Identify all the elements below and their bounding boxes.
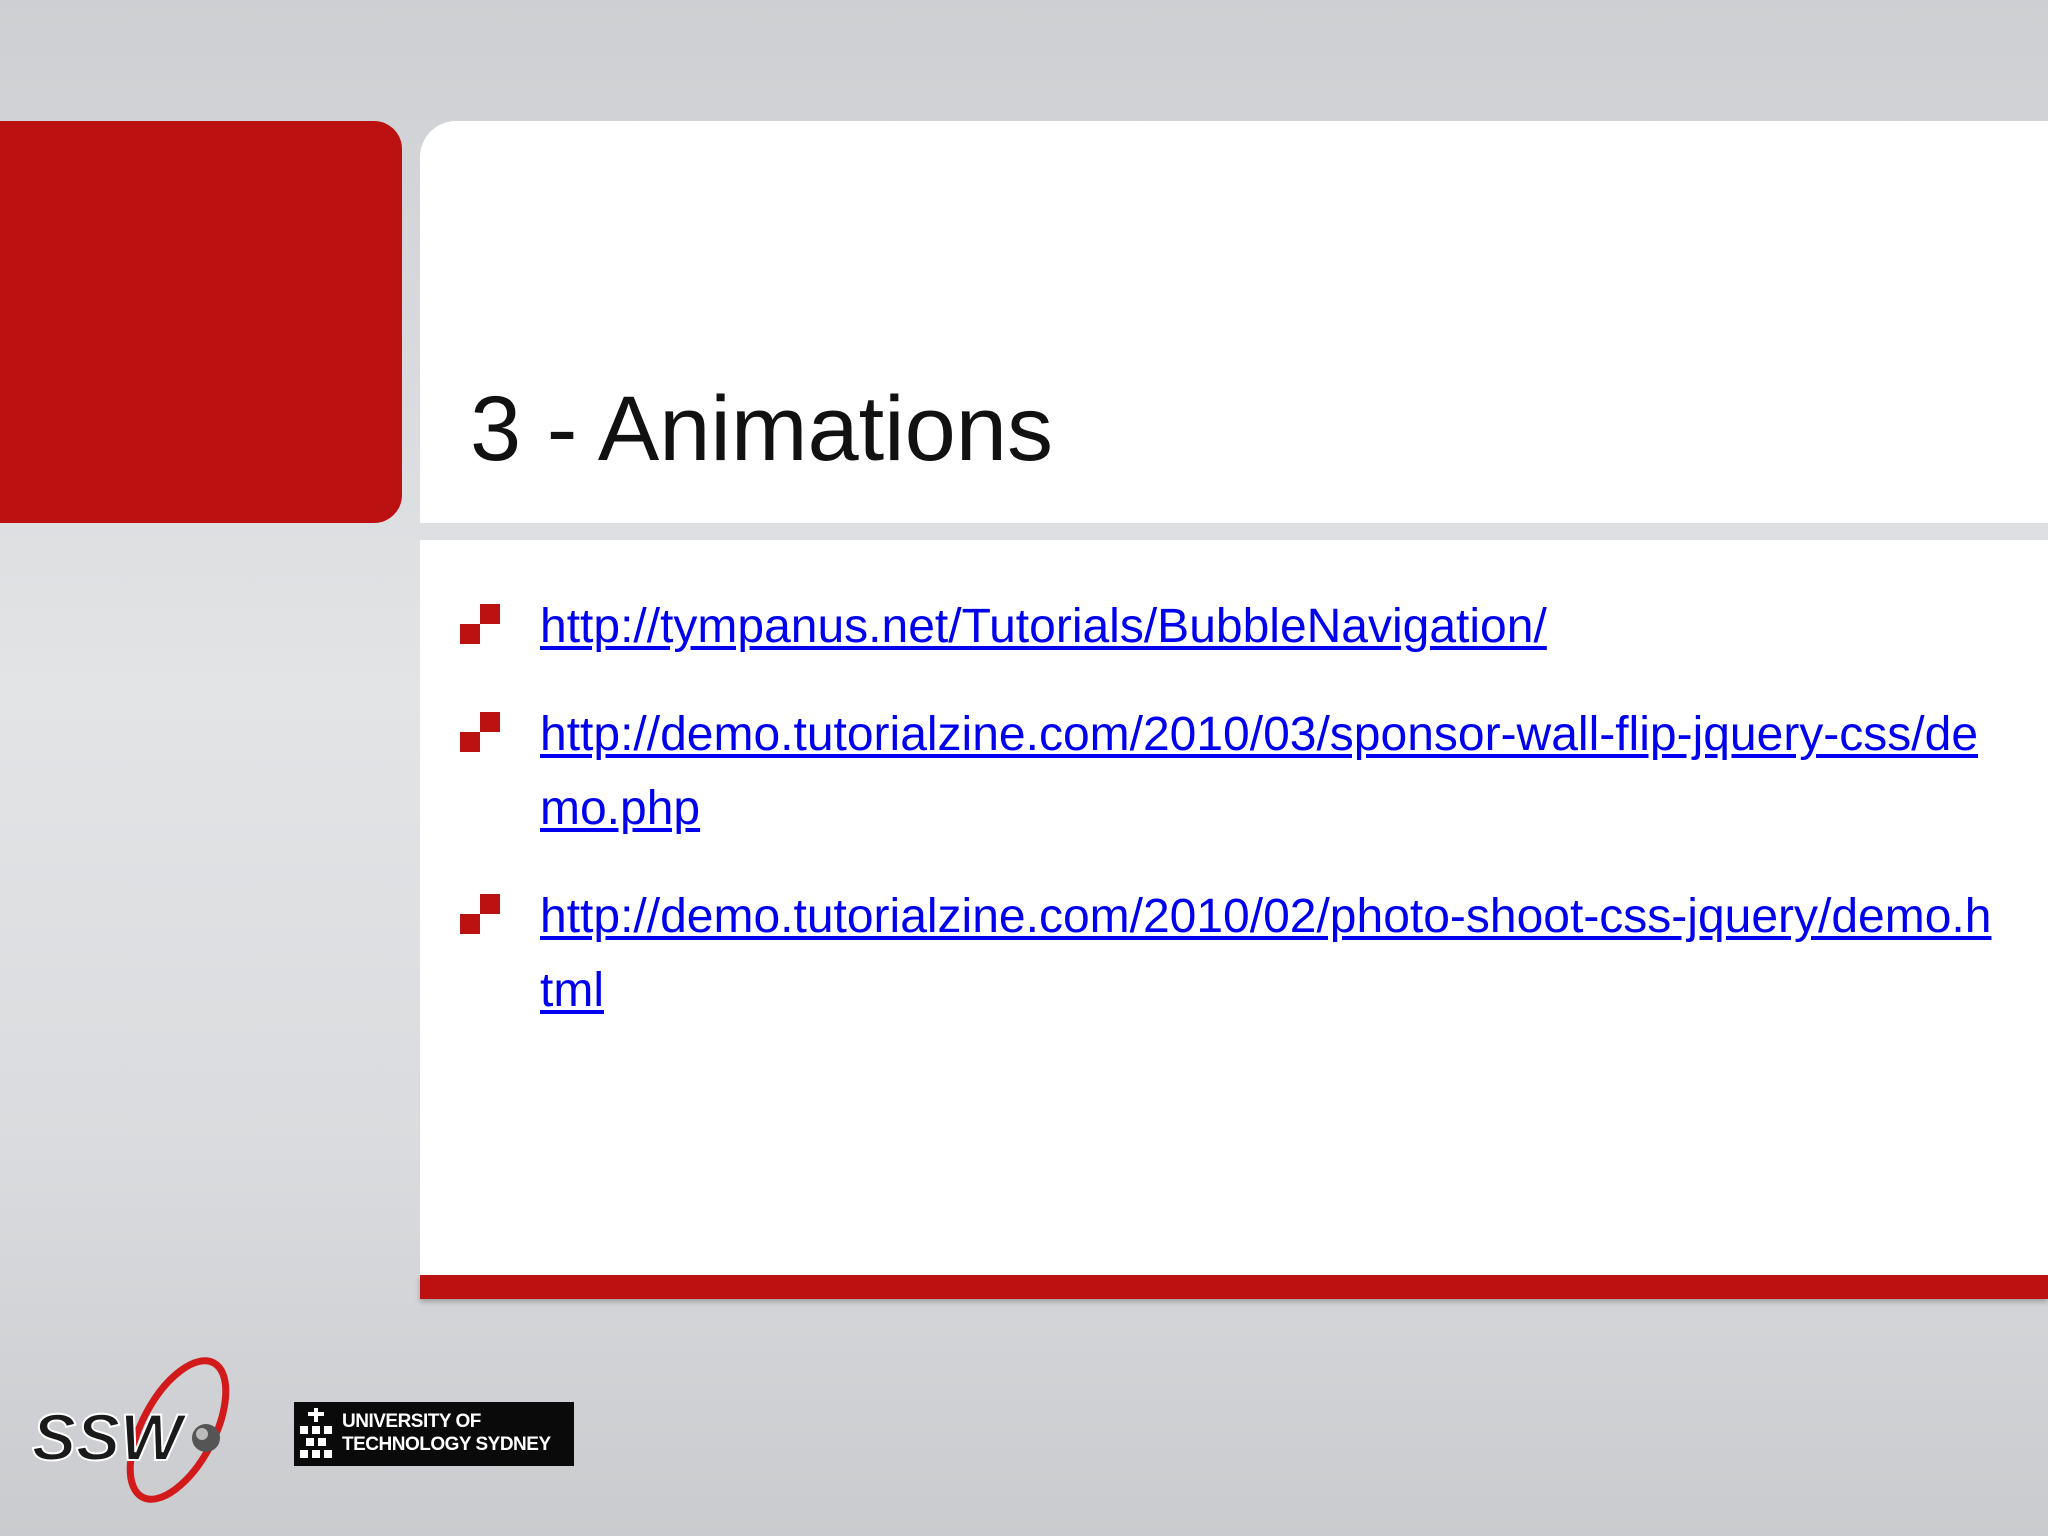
title-panel: 3 - Animations (420, 121, 2048, 523)
uts-crest-icon (300, 1408, 332, 1458)
square-bullet-icon (460, 712, 500, 752)
slide-title: 3 - Animations (470, 378, 1053, 480)
slide: 3 - Animations http://tympanus.net/Tutor… (0, 0, 2048, 1536)
uts-line-2: TECHNOLOGY SYDNEY (342, 1434, 551, 1455)
list-item: http://tympanus.net/Tutorials/BubbleNavi… (460, 590, 2000, 664)
square-bullet-icon (460, 894, 500, 934)
list-item: http://demo.tutorialzine.com/2010/02/pho… (460, 880, 2000, 1028)
uts-logo: UNIVERSITY OF TECHNOLOGY SYDNEY (294, 1402, 574, 1466)
list-item: http://demo.tutorialzine.com/2010/03/spo… (460, 698, 2000, 846)
link-sponsor-wall-flip[interactable]: http://demo.tutorialzine.com/2010/03/spo… (540, 708, 1978, 835)
uts-line-1: UNIVERSITY OF (342, 1411, 481, 1432)
link-bubble-navigation[interactable]: http://tympanus.net/Tutorials/BubbleNavi… (540, 600, 1547, 653)
square-bullet-icon (460, 604, 500, 644)
content-panel: http://tympanus.net/Tutorials/BubbleNavi… (420, 540, 2048, 1275)
link-photo-shoot[interactable]: http://demo.tutorialzine.com/2010/02/pho… (540, 890, 1991, 1017)
content-bottom-bar (420, 1275, 2048, 1299)
title-accent-block (0, 121, 402, 523)
link-list: http://tympanus.net/Tutorials/BubbleNavi… (460, 590, 2000, 1062)
ssw-logo: SSW (31, 1357, 230, 1503)
ssw-logo-text: SSW (32, 1400, 187, 1474)
uts-logo-text: UNIVERSITY OF TECHNOLOGY SYDNEY (342, 1410, 551, 1456)
